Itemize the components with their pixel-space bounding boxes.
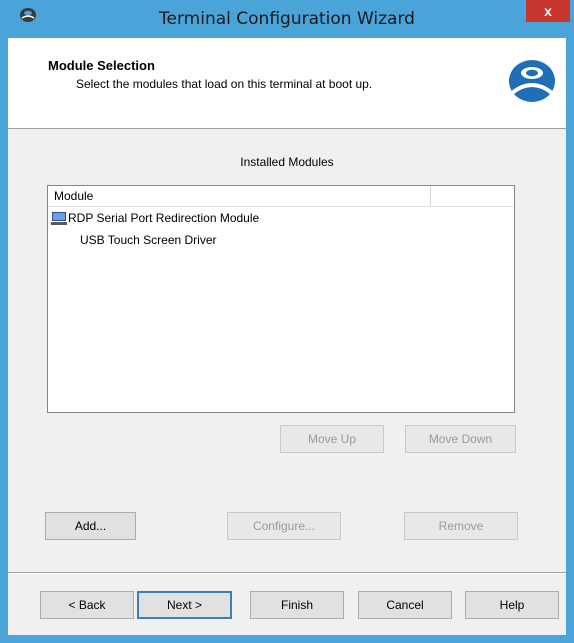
window-title: Terminal Configuration Wizard — [159, 9, 415, 29]
move-up-button[interactable]: Move Up — [280, 425, 384, 453]
close-button[interactable]: x — [526, 0, 570, 22]
cancel-button[interactable]: Cancel — [358, 591, 452, 619]
column-header-module[interactable]: Module — [48, 186, 431, 206]
wizard-header: Module Selection Select the modules that… — [8, 38, 566, 129]
wizard-window: Terminal Configuration Wizard x Module S… — [0, 0, 574, 643]
wizard-client-area: Module Selection Select the modules that… — [8, 38, 566, 635]
next-button[interactable]: Next > — [137, 591, 232, 619]
module-label: RDP Serial Port Redirection Module — [68, 211, 260, 225]
remove-button[interactable]: Remove — [404, 512, 518, 540]
installed-modules-label: Installed Modules — [240, 155, 334, 169]
configure-button[interactable]: Configure... — [227, 512, 341, 540]
add-button[interactable]: Add... — [45, 512, 136, 540]
list-item[interactable]: RDP Serial Port Redirection Module — [48, 207, 514, 229]
back-button[interactable]: < Back — [40, 591, 134, 619]
modules-list[interactable]: Module RDP Serial Port Redirection Modul… — [47, 185, 515, 413]
page-title: Module Selection — [48, 58, 155, 73]
list-item[interactable]: USB Touch Screen Driver — [48, 229, 514, 251]
footer-divider-highlight — [8, 573, 566, 574]
thinmanager-logo-icon — [509, 60, 555, 102]
list-header: Module — [48, 186, 514, 207]
move-down-button[interactable]: Move Down — [405, 425, 516, 453]
help-button[interactable]: Help — [465, 591, 559, 619]
page-subtitle: Select the modules that load on this ter… — [76, 77, 373, 91]
title-bar[interactable]: Terminal Configuration Wizard x — [0, 0, 574, 38]
finish-button[interactable]: Finish — [250, 591, 344, 619]
monitor-module-icon — [51, 212, 67, 225]
module-label: USB Touch Screen Driver — [80, 233, 217, 247]
